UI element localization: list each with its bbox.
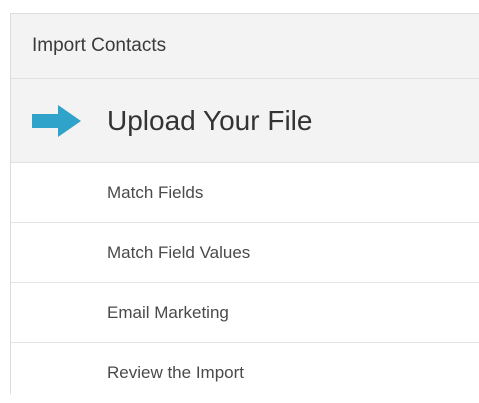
step-email-marketing[interactable]: Email Marketing bbox=[11, 283, 479, 343]
step-review-the-import[interactable]: Review the Import bbox=[11, 343, 479, 403]
step-match-fields[interactable]: Match Fields bbox=[11, 163, 479, 223]
import-contacts-panel: Import Contacts Upload Your File Match F… bbox=[10, 13, 479, 394]
step-active-label: Upload Your File bbox=[107, 104, 313, 136]
step-match-field-values[interactable]: Match Field Values bbox=[11, 223, 479, 283]
step-upload-your-file[interactable]: Upload Your File bbox=[11, 79, 479, 163]
arrow-right-icon bbox=[32, 104, 81, 137]
panel-title: Import Contacts bbox=[11, 14, 479, 79]
